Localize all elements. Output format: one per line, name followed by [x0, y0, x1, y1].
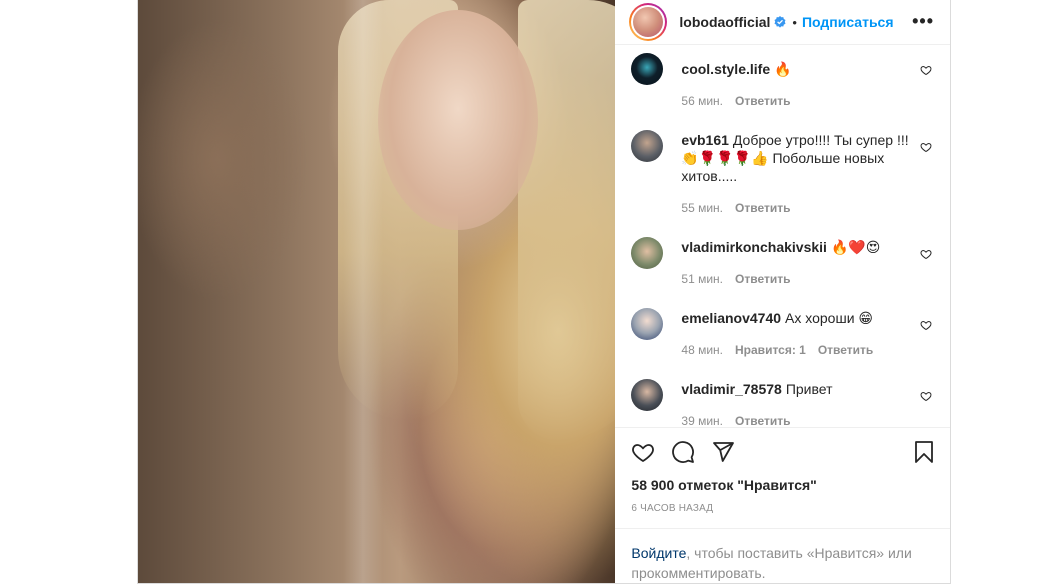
comment-like-icon[interactable]: [920, 140, 932, 153]
comment-item: vladimirkonchakivskii 🔥❤️😍 51 мин. Ответи…: [631, 237, 936, 288]
separator-dot: •: [792, 14, 797, 30]
comment-meta: 51 мин. Ответить: [681, 270, 913, 288]
comment-like-icon[interactable]: [920, 389, 932, 402]
post-actions-bar: [615, 427, 950, 475]
post-photo[interactable]: [138, 0, 616, 583]
comment-time[interactable]: 48 мин.: [681, 341, 723, 359]
comment-meta: 39 мин. Ответить: [681, 412, 913, 427]
comment-body: emelianov4740 Ах хороши 😁 48 мин. Нравитс…: [681, 309, 913, 359]
comment-avatar[interactable]: [631, 53, 664, 85]
follow-button[interactable]: Подписаться: [802, 14, 894, 30]
comment-body: vladimir_78578 Привет 39 мин. Ответить: [681, 380, 913, 427]
comment-meta: 55 мин. Ответить: [681, 199, 913, 217]
post-timestamp[interactable]: 6 ЧАСОВ НАЗАД: [615, 503, 950, 514]
comment-text: Ах хороши 😁: [785, 310, 873, 326]
author-username[interactable]: lobodaofficial: [679, 14, 770, 30]
comment-username[interactable]: emelianov4740: [681, 310, 781, 326]
verified-badge-icon: [774, 16, 786, 28]
comment-meta: 48 мин. Нравится: 1 Ответить: [681, 341, 913, 359]
comments-list[interactable]: cool.style.life 🔥 56 мин. Ответить evb161…: [615, 45, 950, 427]
share-icon[interactable]: [711, 440, 735, 464]
more-options-icon[interactable]: •••: [912, 11, 934, 32]
likes-count[interactable]: 58 900 отметок "Нравится": [615, 477, 950, 493]
comment-time[interactable]: 55 мин.: [681, 199, 723, 217]
login-prompt: Войдите, чтобы поставить «Нравится» или …: [615, 528, 950, 583]
comment-likes-count[interactable]: Нравится: 1: [735, 341, 806, 359]
comment-avatar[interactable]: [631, 308, 664, 340]
reply-button[interactable]: Ответить: [735, 412, 790, 427]
comment-text: 🔥❤️😍: [830, 239, 881, 255]
post-sidebar: lobodaofficial • Подписаться ••• cool.st…: [615, 0, 950, 583]
post-header: lobodaofficial • Подписаться •••: [615, 0, 950, 45]
comment-like-icon[interactable]: [920, 63, 932, 76]
comment-username[interactable]: evb161: [681, 132, 728, 148]
comment-item: evb161 Доброе утро!!!! Ты супер !!! 👏🌹🌹🌹👍…: [631, 130, 936, 217]
comment-like-icon[interactable]: [920, 247, 932, 260]
comment-time[interactable]: 51 мин.: [681, 270, 723, 288]
comment-like-icon[interactable]: [920, 318, 932, 331]
comment-username[interactable]: vladimirkonchakivskii: [681, 239, 827, 255]
like-heart-icon[interactable]: [631, 440, 655, 464]
author-avatar[interactable]: [629, 3, 668, 41]
reply-button[interactable]: Ответить: [735, 270, 790, 288]
reply-button[interactable]: Ответить: [735, 199, 790, 217]
login-link[interactable]: Войдите: [631, 545, 686, 561]
bookmark-icon[interactable]: [912, 440, 936, 464]
photo-detail: [378, 10, 538, 230]
comment-item: vladimir_78578 Привет 39 мин. Ответить: [631, 379, 936, 427]
avatar-inner: [631, 5, 666, 39]
comment-meta: 56 мин. Ответить: [681, 92, 913, 110]
photo-detail: [518, 0, 616, 440]
reply-button[interactable]: Ответить: [735, 92, 790, 110]
comment-body: cool.style.life 🔥 56 мин. Ответить: [681, 60, 913, 110]
comment-username[interactable]: cool.style.life: [681, 61, 770, 77]
comment-text: 🔥: [774, 61, 792, 77]
comment-time[interactable]: 39 мин.: [681, 412, 723, 427]
comment-avatar[interactable]: [631, 130, 664, 162]
comment-item: cool.style.life 🔥 56 мин. Ответить: [631, 53, 936, 110]
comment-avatar[interactable]: [631, 379, 664, 411]
comment-time[interactable]: 56 мин.: [681, 92, 723, 110]
comment-body: vladimirkonchakivskii 🔥❤️😍 51 мин. Ответи…: [681, 238, 913, 288]
reply-button[interactable]: Ответить: [818, 341, 873, 359]
post-card: lobodaofficial • Подписаться ••• cool.st…: [137, 0, 951, 584]
comment-item: emelianov4740 Ах хороши 😁 48 мин. Нравитс…: [631, 308, 936, 359]
comment-text: Привет: [785, 381, 833, 397]
avatar-image: [633, 7, 664, 37]
comment-username[interactable]: vladimir_78578: [681, 381, 781, 397]
photo-detail: [343, 0, 383, 583]
comment-avatar[interactable]: [631, 237, 664, 269]
comment-icon[interactable]: [671, 440, 695, 464]
comment-body: evb161 Доброе утро!!!! Ты супер !!! 👏🌹🌹🌹👍…: [681, 131, 913, 217]
